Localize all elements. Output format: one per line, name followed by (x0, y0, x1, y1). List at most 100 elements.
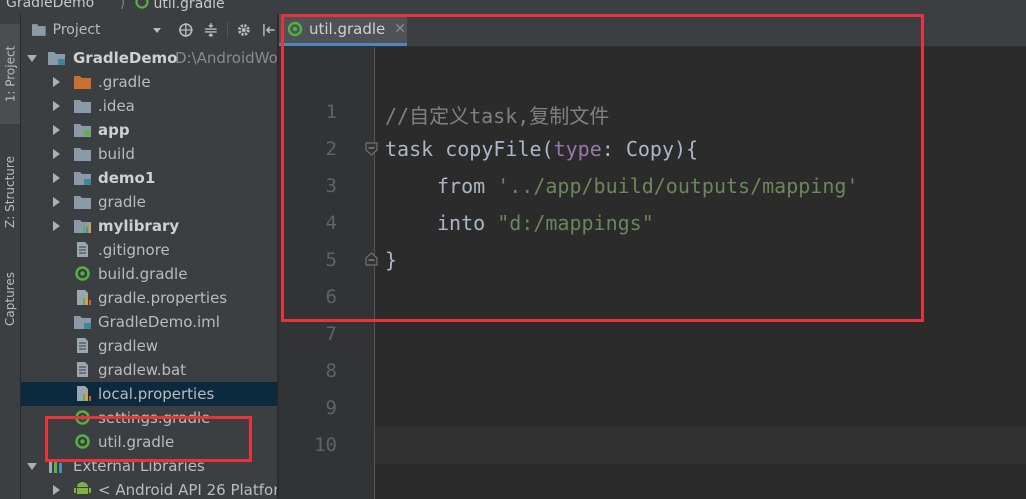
code-keyword-task: task (385, 137, 434, 161)
android-icon (74, 482, 91, 494)
text-file-icon (77, 362, 88, 377)
tree-item-mylibrary[interactable]: mylibrary (21, 214, 277, 238)
folder-icon (74, 100, 91, 113)
hide-panel-icon[interactable] (261, 22, 277, 38)
breadcrumb-separator: ⟩ (120, 0, 126, 11)
code-editor[interactable]: //自定义task,复制文件 task copyFile(type: Copy)… (375, 47, 1026, 499)
breadcrumb-file[interactable]: util.gradle (135, 0, 225, 12)
tree-item-gradledemo[interactable]: GradleDemo D:\AndroidWo (21, 46, 277, 70)
tab-captures[interactable]: Captures (0, 254, 20, 344)
tree-item-idea[interactable]: .idea (21, 94, 277, 118)
gradle-file-icon (75, 410, 90, 425)
tab-structure[interactable]: Z: Structure (0, 139, 20, 244)
tree-item-label: .gitignore (98, 241, 170, 259)
close-icon[interactable]: ✕ (394, 21, 406, 37)
code-string-into: "d:/mappings" (497, 211, 654, 235)
expand-arrow-icon[interactable] (53, 101, 60, 111)
code-line-3: from '../app/build/outputs/mapping' (437, 174, 858, 198)
text-file-icon (77, 242, 88, 257)
tree-item-label: .idea (98, 97, 135, 115)
expand-arrow-icon[interactable] (53, 485, 60, 495)
tree-item-android-api[interactable]: < Android API 26 Platform (21, 478, 277, 499)
expand-arrow-icon[interactable] (53, 221, 60, 231)
gear-icon[interactable] (236, 22, 252, 38)
module-folder-icon (74, 124, 91, 137)
view-selector[interactable]: Project (53, 22, 101, 38)
tree-item-gradle-folder[interactable]: gradle (21, 190, 277, 214)
tree-item-label: demo1 (98, 169, 156, 187)
code-line-1: //自定义task,复制文件 (385, 100, 609, 129)
tree-item-external-libraries[interactable]: External Libraries (21, 454, 277, 478)
code-type-value: : Copy){ (601, 137, 699, 161)
libraries-icon (49, 459, 62, 473)
tree-item-label: < Android API 26 Platform (98, 481, 277, 499)
line-number: 2 (325, 138, 337, 160)
code-into: into (437, 211, 486, 235)
tree-item-label: app (98, 121, 130, 139)
line-number: 6 (325, 286, 337, 308)
tree-item-iml[interactable]: GradleDemo.iml (21, 310, 277, 334)
code-string-from: '../app/build/outputs/mapping' (497, 174, 859, 198)
line-number: 4 (325, 212, 337, 234)
tree-item-label: .gradle (98, 73, 151, 91)
line-number: 9 (325, 397, 337, 419)
tree-item-local-properties[interactable]: local.properties (21, 382, 277, 406)
tree-item-app[interactable]: app (21, 118, 277, 142)
expand-arrow-icon[interactable] (53, 173, 60, 183)
scroll-from-source-icon[interactable] (178, 22, 194, 38)
code-param-type: type (553, 137, 602, 161)
properties-file-icon (77, 386, 91, 401)
tree-item-label: mylibrary (98, 217, 180, 235)
iml-file-icon (74, 316, 91, 329)
gradle-file-icon (75, 266, 90, 281)
tree-item-dot-gradle[interactable]: .gradle (21, 70, 277, 94)
expand-arrow-icon[interactable] (53, 197, 60, 207)
line-number: 10 (314, 434, 337, 456)
code-line-2: task copyFile(type: Copy){ (385, 137, 698, 161)
project-panel: Project GradleDemo D:\AndroidWo .gradle … (21, 14, 277, 499)
line-number-gutter: 1 2 3 4 5 6 7 8 9 10 (279, 47, 378, 499)
line-number: 7 (325, 323, 337, 345)
code-task-name: copyFile( (433, 137, 554, 161)
code-line-5: } (385, 248, 397, 272)
expand-arrow-icon[interactable] (53, 77, 60, 87)
line-number: 8 (325, 360, 337, 382)
project-path: D:\AndroidWo (175, 49, 277, 67)
toolbar-separator (226, 22, 228, 38)
text-file-icon (77, 338, 88, 353)
tree-item-label: External Libraries (73, 457, 205, 475)
gradle-file-icon (75, 434, 90, 449)
tree-item-label: GradleDemo (73, 49, 178, 67)
code-from: from (437, 174, 486, 198)
tree-item-build-gradle[interactable]: build.gradle (21, 262, 277, 286)
line-number: 5 (325, 249, 337, 271)
tree-item-gradle-properties[interactable]: gradle.properties (21, 286, 277, 310)
tree-item-util-gradle[interactable]: util.gradle (21, 430, 277, 454)
tab-label: util.gradle (309, 19, 386, 38)
tree-item-demo1[interactable]: demo1 (21, 166, 277, 190)
project-folder-icon (48, 52, 65, 65)
tab-project[interactable]: 1: Project (0, 24, 20, 124)
project-view-icon (31, 24, 46, 36)
tree-item-label: build (98, 145, 135, 163)
collapse-arrow-icon[interactable] (27, 463, 37, 470)
tree-item-label: gradle (98, 193, 146, 211)
collapse-all-icon[interactable] (203, 22, 219, 38)
breadcrumb-project[interactable]: GradleDemo (6, 0, 94, 11)
expand-arrow-icon[interactable] (53, 125, 60, 135)
tree-item-label: util.gradle (98, 433, 175, 451)
code-close-brace: } (385, 248, 398, 272)
collapse-arrow-icon[interactable] (27, 55, 37, 62)
breadcrumb-file-label: util.gradle (153, 0, 225, 12)
expand-arrow-icon[interactable] (53, 149, 60, 159)
tree-item-gradlew[interactable]: gradlew (21, 334, 277, 358)
tree-item-gradlew-bat[interactable]: gradlew.bat (21, 358, 277, 382)
tree-item-gitignore[interactable]: .gitignore (21, 238, 277, 262)
tree-item-settings-gradle[interactable]: settings.gradle (21, 406, 277, 430)
chevron-down-icon[interactable] (152, 27, 161, 33)
tab-util-gradle[interactable]: util.gradle ✕ (279, 14, 407, 46)
tree-item-label: local.properties (98, 385, 215, 403)
tree-item-label: build.gradle (98, 265, 188, 283)
tree-item-build[interactable]: build (21, 142, 277, 166)
folder-orange-icon (74, 76, 91, 89)
